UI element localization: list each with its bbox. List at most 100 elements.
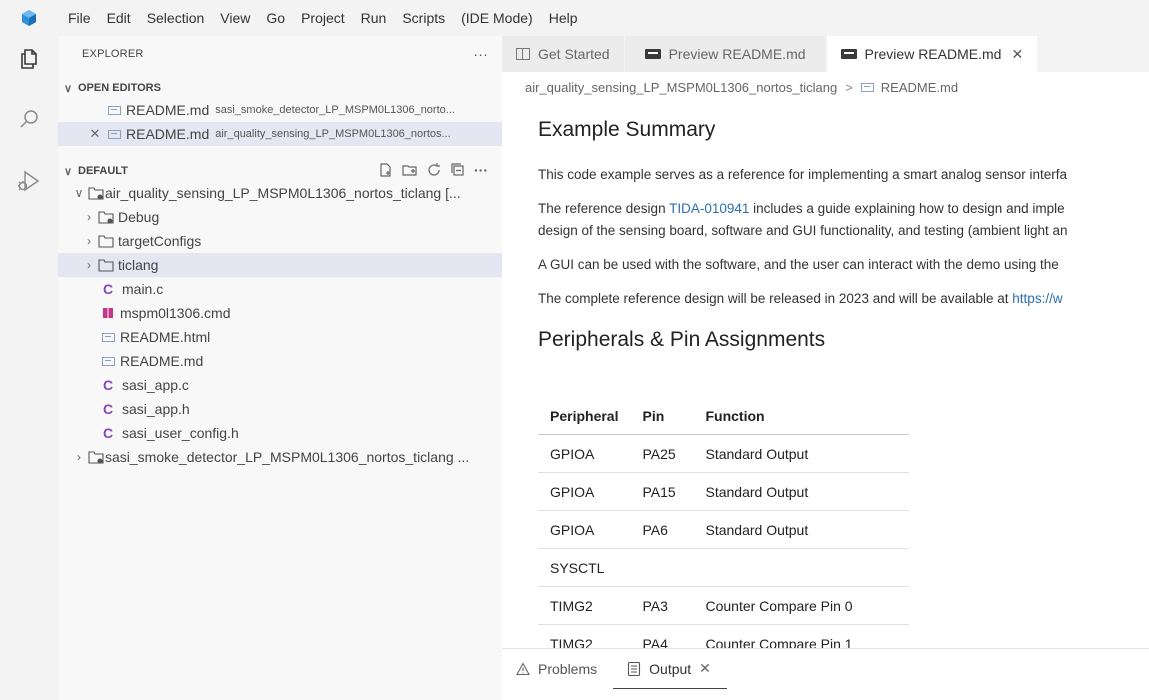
search-icon[interactable] — [12, 102, 46, 136]
breadcrumb-separator: > — [845, 79, 853, 95]
file-item[interactable]: mspm0l1306.cmd — [58, 301, 502, 325]
tab-label: Output — [649, 660, 692, 677]
file-item[interactable]: C sasi_app.c — [58, 373, 502, 397]
menu-scripts[interactable]: Scripts — [394, 10, 453, 26]
heading-example-summary: Example Summary — [538, 118, 716, 141]
file-label: main.c — [122, 281, 164, 297]
file-item[interactable]: C sasi_app.h — [58, 397, 502, 421]
workspace-second-root-folder[interactable]: › sasi_smoke_detector_LP_MSPM0L1306_nort… — [58, 445, 502, 469]
folder-label: air_quality_sensing_LP_MSPM0L1306_nortos… — [105, 185, 461, 201]
more-actions-icon[interactable]: ··· — [473, 46, 502, 62]
open-editor-item[interactable]: README.md sasi_smoke_detector_LP_MSPM0L1… — [58, 98, 502, 122]
menu-view[interactable]: View — [212, 10, 258, 26]
collapse-all-icon[interactable] — [450, 162, 466, 178]
tab-output[interactable]: Output ✕ — [613, 650, 727, 689]
cell-pin: PA25 — [630, 434, 694, 473]
tab-get-started[interactable]: Get Started — [502, 36, 625, 72]
tida-link[interactable]: TIDA-010941 — [669, 201, 749, 216]
release-link[interactable]: https://w — [1012, 291, 1062, 306]
folder-item[interactable]: › targetConfigs — [58, 229, 502, 253]
text-segment: The complete reference design will be re… — [538, 291, 1013, 306]
cell-peripheral: GPIOA — [538, 510, 631, 549]
close-icon[interactable]: ✕ — [699, 660, 711, 677]
folder-item[interactable]: › Debug — [58, 205, 502, 229]
run-debug-icon[interactable] — [12, 164, 46, 198]
cell-pin — [630, 548, 694, 587]
c-file-icon: C — [102, 281, 114, 297]
workspace-root-folder[interactable]: ∨ air_quality_sensing_LP_MSPM0L1306_nort… — [58, 181, 502, 205]
preview-icon — [644, 49, 661, 59]
menu-run[interactable]: Run — [353, 10, 395, 26]
chevron-right-icon: › — [87, 234, 91, 248]
refresh-icon[interactable] — [426, 162, 442, 178]
open-editor-path: sasi_smoke_detector_LP_MSPM0L1306_norto.… — [215, 104, 455, 116]
cell-pin: PA6 — [630, 510, 694, 549]
more-actions-icon[interactable]: ··· — [474, 162, 488, 178]
cell-function: Standard Output — [693, 510, 910, 549]
file-item[interactable]: README.html — [58, 325, 502, 349]
close-icon[interactable]: ✕ — [88, 126, 102, 142]
table-row: GPIOA PA15 Standard Output — [538, 472, 910, 511]
warning-icon — [516, 662, 530, 676]
paragraph-reference-design-cont: design of the sensing board, software an… — [538, 223, 1068, 238]
pin-assignment-table: Peripheral Pin Function GPIOA PA25 Stand… — [538, 398, 910, 648]
menu-selection[interactable]: Selection — [139, 10, 213, 26]
folder-label: sasi_smoke_detector_LP_MSPM0L1306_nortos… — [105, 449, 470, 465]
menu-file[interactable]: File — [58, 10, 99, 26]
file-item[interactable]: C sasi_user_config.h — [58, 421, 502, 445]
chevron-down-icon: ∨ — [64, 82, 73, 95]
tab-problems[interactable]: Problems — [502, 650, 613, 688]
folder-label: ticlang — [118, 257, 159, 273]
explorer-files-icon[interactable] — [12, 42, 46, 76]
table-row: SYSCTL — [538, 548, 910, 587]
table-header-row: Peripheral Pin Function — [538, 398, 910, 435]
table-row: TIMG2 PA4 Counter Compare Pin 1 — [538, 624, 910, 648]
file-item[interactable]: README.md — [58, 349, 502, 373]
open-editors-section-header[interactable]: ∨ OPEN EDITORS — [58, 77, 502, 99]
close-icon[interactable]: ✕ — [1011, 46, 1023, 63]
column-header: Peripheral — [538, 398, 631, 435]
cell-function: Standard Output — [693, 434, 910, 473]
file-label: sasi_user_config.h — [122, 425, 239, 441]
cell-function: Counter Compare Pin 1 — [693, 624, 910, 648]
tab-label: Problems — [538, 661, 598, 677]
new-folder-icon[interactable] — [402, 162, 418, 178]
paragraph-reference-design: The reference design TIDA-010941 include… — [538, 198, 1065, 220]
menu-ide-mode[interactable]: (IDE Mode) — [453, 10, 541, 26]
chevron-down-icon: ∨ — [74, 186, 84, 200]
markdown-preview: Example Summary This code example serves… — [502, 100, 1149, 648]
project-folder-icon — [88, 451, 104, 464]
folder-item-selected[interactable]: › ticlang — [58, 253, 502, 277]
open-editor-filename: README.md — [126, 126, 210, 142]
breadcrumb-file[interactable]: README.md — [881, 80, 958, 95]
new-file-icon[interactable] — [378, 162, 394, 178]
open-editors-label: OPEN EDITORS — [78, 82, 161, 94]
cell-peripheral: SYSCTL — [538, 548, 631, 587]
tab-preview-readme[interactable]: Preview README.md — [624, 36, 827, 72]
folder-icon — [98, 259, 114, 272]
workspace-section-header[interactable]: ∨ DEFAULT ··· — [58, 160, 502, 182]
paragraph-release: The complete reference design will be re… — [538, 288, 1063, 310]
explorer-header: EXPLORER ··· — [58, 36, 502, 72]
file-label: sasi_app.c — [122, 377, 189, 393]
open-editor-item-active[interactable]: ✕ README.md air_quality_sensing_LP_MSPM0… — [58, 122, 502, 146]
paragraph-summary: This code example serves as a reference … — [538, 167, 1068, 182]
activity-bar — [0, 36, 58, 700]
menu-project[interactable]: Project — [293, 10, 353, 26]
cmd-file-icon — [100, 308, 116, 318]
chevron-right-icon: › — [87, 258, 91, 272]
menu-help[interactable]: Help — [541, 10, 586, 26]
breadcrumb-folder[interactable]: air_quality_sensing_LP_MSPM0L1306_nortos… — [525, 80, 837, 95]
project-folder-icon — [88, 187, 104, 200]
cell-peripheral: GPIOA — [538, 472, 631, 511]
chevron-right-icon: › — [87, 210, 91, 224]
chevron-down-icon: ∨ — [64, 165, 73, 178]
menu-go[interactable]: Go — [258, 10, 293, 26]
cell-peripheral: GPIOA — [538, 434, 631, 473]
tab-preview-readme-active[interactable]: Preview README.md ✕ — [826, 36, 1039, 72]
cell-peripheral: TIMG2 — [538, 586, 631, 625]
file-item[interactable]: C main.c — [58, 277, 502, 301]
preview-icon — [840, 49, 857, 59]
editor-tab-bar: Get Started Preview README.md Preview RE… — [502, 36, 1149, 72]
menu-edit[interactable]: Edit — [99, 10, 139, 26]
